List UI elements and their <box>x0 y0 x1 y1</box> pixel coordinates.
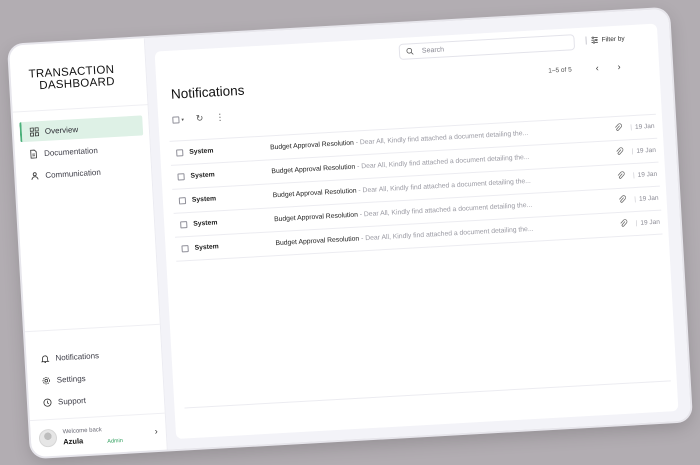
row-sender: System <box>194 243 219 252</box>
row-subject-text: Budget Approval Resolution <box>272 187 357 200</box>
filter-icon <box>591 36 598 44</box>
sidebar-item-label: Overview <box>44 124 79 136</box>
sidebar-item-label: Settings <box>56 373 86 385</box>
search-box[interactable] <box>398 34 576 60</box>
screenshot-stage: TRANSACTION DASHBOARD Overview Documenta… <box>0 0 700 465</box>
user-name: Azula <box>62 435 84 446</box>
row-sender: System <box>191 195 217 204</box>
row-checkbox[interactable] <box>176 149 184 157</box>
paperclip-icon[interactable] <box>619 218 629 228</box>
main-content: Filter by Notifications 1–5 of 5 ‹ › ▾ ↻… <box>145 9 691 450</box>
primary-nav: Overview Documentation Communication <box>13 105 152 188</box>
app-root: TRANSACTION DASHBOARD Overview Documenta… <box>9 8 691 458</box>
user-role-badge: Admin <box>107 438 124 445</box>
chevron-right-icon[interactable]: › <box>154 426 158 436</box>
row-date-text: 19 Jan <box>637 170 658 179</box>
refresh-icon[interactable]: ↻ <box>196 113 204 124</box>
sidebar-item-label: Documentation <box>43 145 99 158</box>
gear-icon <box>41 375 50 384</box>
search-icon <box>406 47 414 55</box>
filter-label: Filter by <box>601 34 625 44</box>
row-subject-text: Budget Approval Resolution <box>269 139 355 152</box>
row-preview: - Dear All, Kindly find attached a docum… <box>356 177 532 195</box>
user-text: Welcome back Azula <box>62 427 102 446</box>
row-date-text: 19 Jan <box>640 218 661 227</box>
document-icon <box>29 149 38 159</box>
paperclip-icon[interactable] <box>615 147 625 157</box>
list-toolbar: ▾ ↻ ⋮ <box>172 111 237 126</box>
row-date: | 19 Jan <box>630 123 655 131</box>
paperclip-icon[interactable] <box>613 123 623 133</box>
filter-divider <box>585 36 587 45</box>
row-sender: System <box>190 171 215 180</box>
people-icon <box>30 171 39 180</box>
row-preview: - Dear All, Kindly find attached a docum… <box>357 201 533 219</box>
row-checkbox[interactable] <box>177 173 185 181</box>
notifications-panel: Filter by Notifications 1–5 of 5 ‹ › ▾ ↻… <box>154 23 679 440</box>
bell-icon <box>40 353 50 363</box>
row-subject-text: Budget Approval Resolution <box>273 211 359 224</box>
filter-button[interactable]: Filter by <box>585 34 625 45</box>
row-date-separator: | <box>632 172 635 180</box>
grid-icon <box>29 126 40 137</box>
row-date-separator: | <box>634 195 637 204</box>
sidebar-item-label: Support <box>57 395 87 407</box>
row-date-separator: | <box>631 148 634 156</box>
row-date-text: 19 Jan <box>636 146 657 155</box>
row-date-text: 19 Jan <box>638 194 659 203</box>
row-sender: System <box>189 147 214 156</box>
search-input[interactable] <box>419 38 564 56</box>
sidebar: TRANSACTION DASHBOARD Overview Documenta… <box>9 38 168 458</box>
paperclip-icon[interactable] <box>617 195 627 205</box>
panel-footer-divider <box>184 380 671 409</box>
help-circle-icon <box>43 397 52 407</box>
row-date: | 19 Jan <box>633 171 658 179</box>
brand-logo: TRANSACTION DASHBOARD <box>9 38 148 113</box>
notification-list: System Budget Approval Resolution - Dear… <box>169 113 663 262</box>
row-subject: Budget Approval Resolution - Dear All, K… <box>275 226 533 247</box>
row-preview: - Dear All, Kindly find attached a docum… <box>359 225 534 243</box>
sidebar-item-label: Notifications <box>55 350 100 363</box>
row-subject-text: Budget Approval Resolution <box>275 235 360 248</box>
app-window: TRANSACTION DASHBOARD Overview Documenta… <box>9 8 691 458</box>
row-checkbox[interactable] <box>178 197 187 205</box>
page-title: Notifications <box>170 82 245 102</box>
row-date: | 19 Jan <box>634 195 659 203</box>
row-checkbox[interactable] <box>181 245 189 253</box>
chevron-right-icon[interactable]: › <box>612 59 627 74</box>
row-date: | 19 Jan <box>635 219 660 227</box>
pagination-count: 1–5 of 5 <box>548 66 572 75</box>
select-all-checkbox[interactable] <box>172 116 180 124</box>
secondary-nav: Notifications Settings Support <box>24 323 165 421</box>
row-date: | 19 Jan <box>631 147 656 155</box>
user-profile-card[interactable]: Welcome back Azula Admin › <box>29 412 167 458</box>
row-sender: System <box>193 219 218 228</box>
row-checkbox[interactable] <box>180 221 188 229</box>
welcome-text: Welcome back <box>62 426 103 435</box>
avatar <box>38 428 58 448</box>
row-preview: - Dear All, Kindly find attached a docum… <box>353 129 529 147</box>
more-vertical-icon[interactable]: ⋮ <box>215 112 225 123</box>
row-date-text: 19 Jan <box>634 122 655 131</box>
paperclip-icon[interactable] <box>616 171 626 181</box>
sidebar-item-label: Communication <box>45 167 102 180</box>
chevron-down-icon[interactable]: ▾ <box>181 117 184 123</box>
chevron-left-icon[interactable]: ‹ <box>590 61 605 76</box>
row-preview: - Dear All, Kindly find attached a docum… <box>355 153 530 171</box>
row-date-separator: | <box>630 124 633 132</box>
row-subject-text: Budget Approval Resolution <box>271 163 356 176</box>
row-date-separator: | <box>635 219 638 228</box>
